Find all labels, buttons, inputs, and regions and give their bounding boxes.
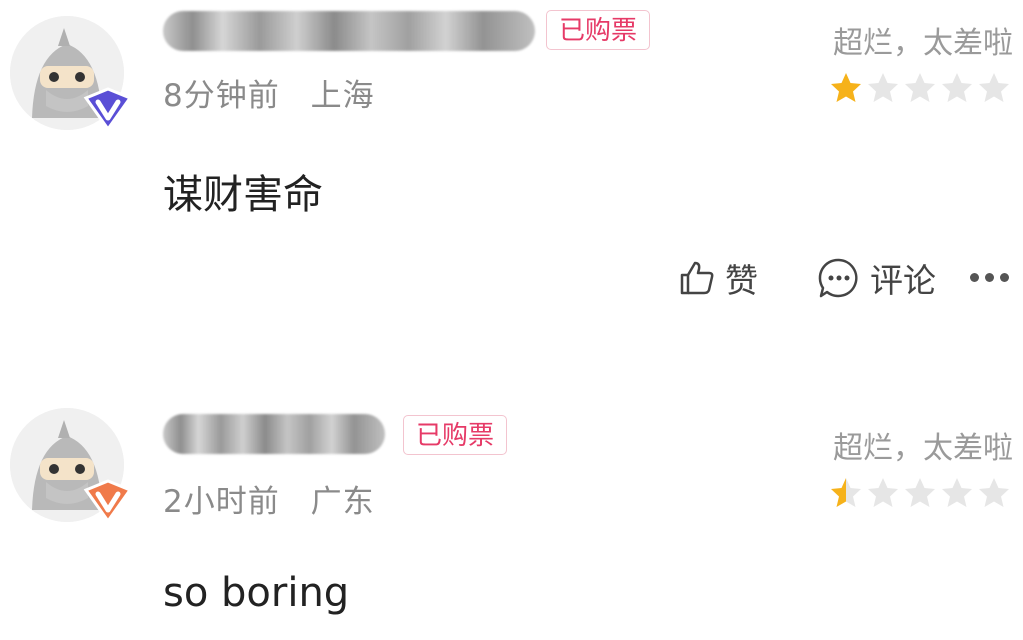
comment-content: so boring bbox=[163, 570, 350, 616]
comment-meta: 2小时前 广东 bbox=[163, 476, 375, 521]
star-empty-icon bbox=[979, 73, 1009, 102]
star-rating bbox=[829, 476, 1011, 510]
comment-location: 上海 bbox=[310, 78, 375, 114]
star-empty-icon bbox=[979, 478, 1009, 507]
comment-time: 8分钟前 bbox=[163, 78, 280, 114]
reply-button[interactable]: 评论 bbox=[818, 254, 936, 302]
star-empty-icon bbox=[868, 478, 898, 507]
comment-actions: 赞 评论 bbox=[679, 255, 1013, 300]
star-filled-icon bbox=[831, 73, 861, 102]
comment-bubble-icon bbox=[818, 258, 858, 297]
comment-meta: 8分钟前 上海 bbox=[163, 70, 375, 115]
more-options-button[interactable] bbox=[966, 273, 1013, 282]
more-dots-icon bbox=[970, 273, 979, 282]
ticket-purchased-badge: 已购票 bbox=[403, 415, 508, 455]
star-empty-icon bbox=[942, 478, 972, 507]
comment-location: 广东 bbox=[310, 484, 375, 520]
comment-content: 谋财害命 bbox=[163, 172, 323, 218]
rating-text: 超烂，太差啦 bbox=[833, 431, 1013, 466]
comment-time: 2小时前 bbox=[163, 484, 280, 520]
avatar[interactable] bbox=[10, 408, 133, 524]
like-button[interactable]: 赞 bbox=[679, 254, 758, 302]
rating-text: 超烂，太差啦 bbox=[833, 26, 1013, 61]
star-empty-icon bbox=[868, 73, 898, 102]
star-empty-icon bbox=[905, 73, 935, 102]
star-empty-icon bbox=[942, 73, 972, 102]
thumbs-up-icon bbox=[680, 261, 714, 294]
avatar[interactable] bbox=[10, 16, 133, 132]
ticket-purchased-badge: 已购票 bbox=[546, 10, 651, 50]
star-rating bbox=[829, 71, 1011, 105]
star-empty-icon bbox=[905, 478, 935, 507]
verified-v-badge-icon bbox=[83, 87, 133, 132]
like-label: 赞 bbox=[725, 260, 758, 300]
reply-label: 评论 bbox=[870, 260, 936, 300]
verified-v-badge-icon bbox=[83, 479, 133, 524]
star-half-icon bbox=[831, 478, 861, 507]
username-blurred[interactable] bbox=[163, 414, 385, 454]
username-blurred[interactable] bbox=[163, 11, 535, 51]
